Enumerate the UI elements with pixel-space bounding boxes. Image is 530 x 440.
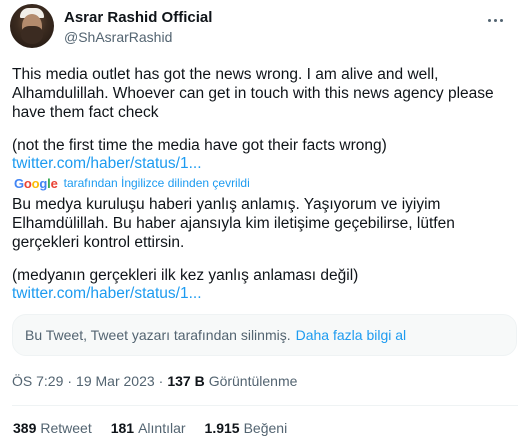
more-options-button[interactable] — [478, 10, 512, 30]
tweet-link-1[interactable]: twitter.com/haber/status/1... — [12, 155, 202, 173]
more-dot — [499, 18, 503, 22]
google-logo: Google — [14, 176, 58, 191]
tweet-meta: ÖS 7:29 · 19 Mar 2023 · 137 B Görüntülen… — [12, 373, 297, 389]
tweet-stats: 389 Retweet 181 Alıntılar 1.915 Beğeni — [13, 420, 306, 436]
more-dot — [493, 18, 497, 22]
tweet-original-text: This media outlet has got the news wrong… — [12, 66, 494, 121]
author-display-name[interactable]: Asrar Rashid Official — [64, 9, 212, 26]
deleted-notice-text: Bu Tweet, Tweet yazarı tarafından silinm… — [25, 327, 291, 343]
tweet-date[interactable]: 19 Mar 2023 — [76, 373, 155, 389]
retweets-stat[interactable]: 389 Retweet — [13, 420, 92, 436]
translation-credit[interactable]: Google tarafından İngilizce dilinden çev… — [14, 175, 250, 191]
avatar[interactable] — [10, 4, 54, 48]
tweet-link-2[interactable]: twitter.com/haber/status/1... — [12, 285, 202, 303]
tweet-time[interactable]: ÖS 7:29 — [12, 373, 63, 389]
quotes-label: Alıntılar — [138, 420, 186, 436]
quotes-count: 181 — [110, 420, 135, 436]
likes-stat[interactable]: 1.915 Beğeni — [205, 420, 288, 436]
more-horizontal-icon — [487, 18, 491, 22]
author-handle[interactable]: @ShAsrarRashid — [64, 29, 172, 45]
views-count: 137 B — [167, 373, 205, 389]
meta-separator: · — [158, 373, 164, 389]
deleted-tweet-notice: Bu Tweet, Tweet yazarı tarafından silinm… — [12, 314, 517, 356]
translation-credit-label: tarafından İngilizce dilinden çevrildi — [63, 176, 250, 190]
likes-label: Beğeni — [243, 420, 288, 436]
retweets-count: 389 — [13, 420, 37, 436]
likes-count: 1.915 — [204, 420, 240, 436]
meta-separator: · — [67, 373, 73, 389]
google-logo-letter: g — [39, 175, 48, 191]
views-label: Görüntülenme — [208, 373, 298, 389]
tweet-translated-note: (medyanın gerçekleri ilk kez yanlış anla… — [12, 267, 359, 284]
learn-more-link[interactable]: Daha fazla bilgi al — [296, 327, 407, 343]
retweets-label: Retweet — [40, 420, 92, 436]
tweet: Asrar Rashid Official @ShAsrarRashid Thi… — [0, 0, 530, 440]
google-logo-letter: e — [50, 175, 58, 191]
tweet-translated-text: Bu medya kuruluşu haberi yanlış anlamış.… — [12, 196, 455, 251]
quotes-stat[interactable]: 181 Alıntılar — [111, 420, 186, 436]
google-logo-letter: o — [23, 175, 32, 191]
tweet-original-note: (not the first time the media have got t… — [12, 137, 387, 154]
google-logo-letter: G — [14, 175, 24, 191]
avatar-beard-shape — [21, 26, 43, 44]
divider — [12, 405, 518, 406]
